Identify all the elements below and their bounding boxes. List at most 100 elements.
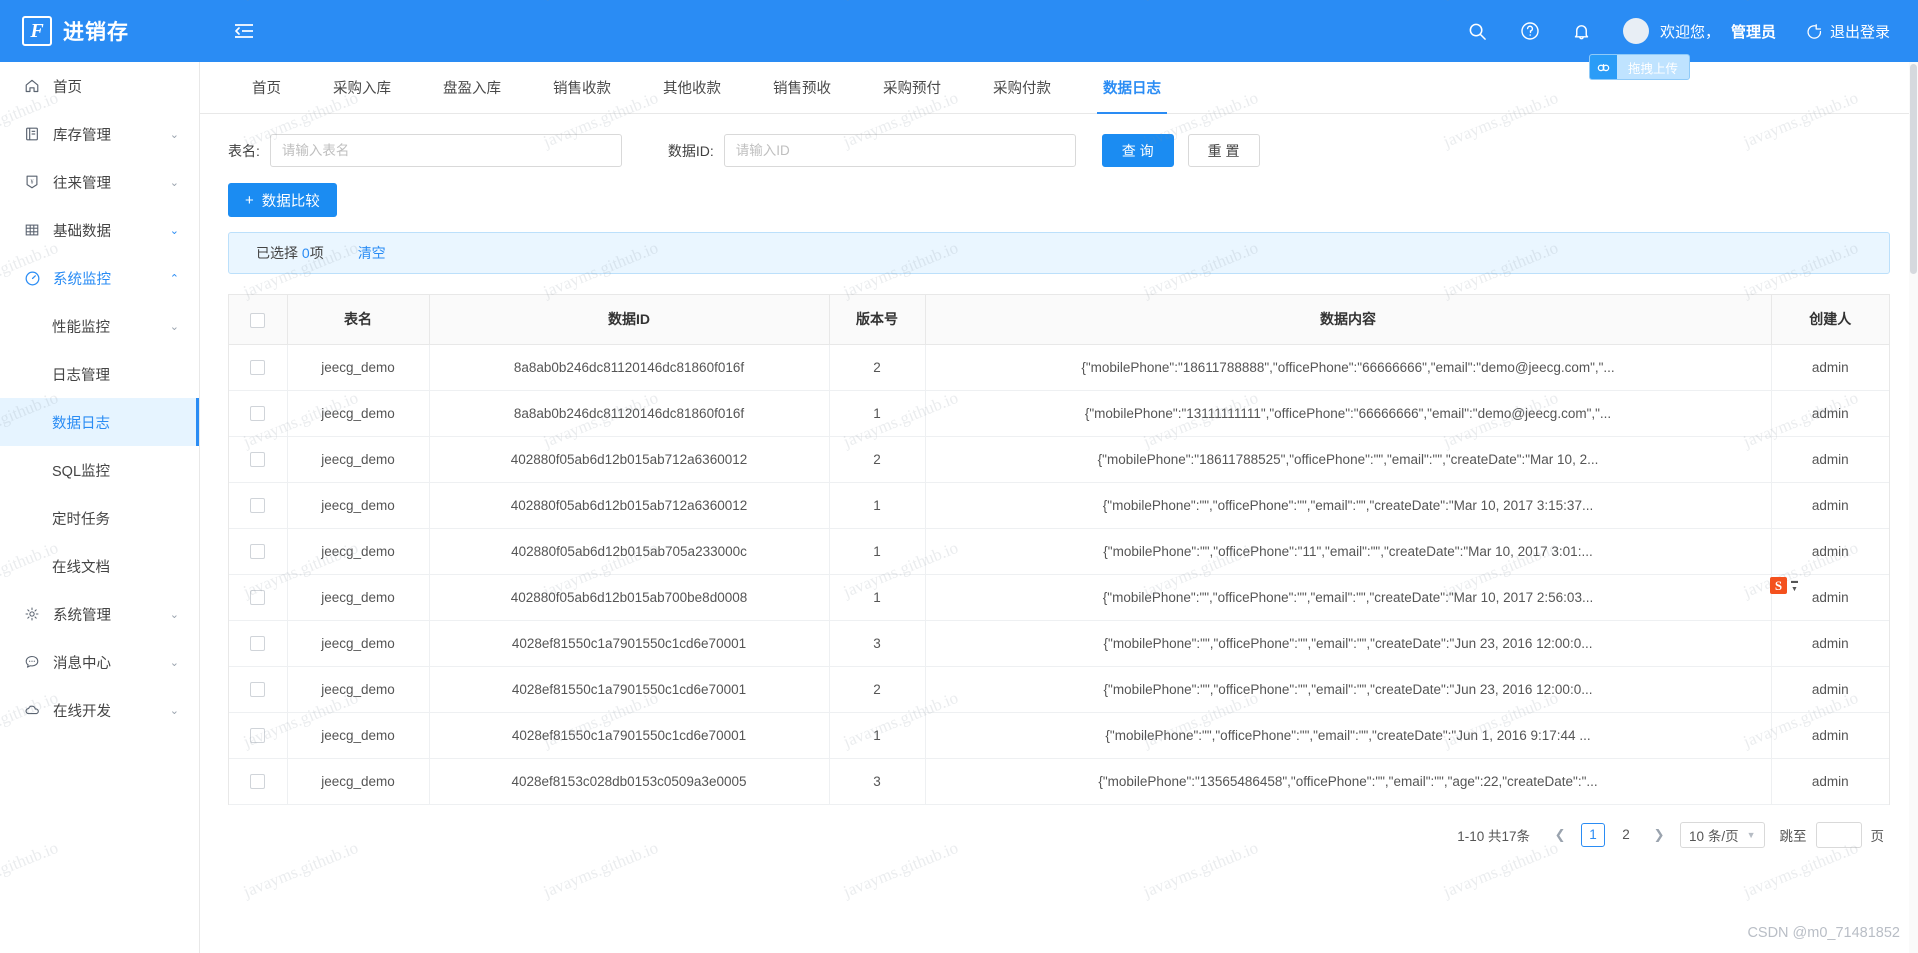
cell-content: {"mobilePhone":"","officePhone":"","emai… <box>925 712 1772 759</box>
sidebar-item-data-log[interactable]: 数据日志 <box>0 398 199 446</box>
cell-content: {"mobilePhone":"13111111111","officePhon… <box>925 390 1772 437</box>
sidebar-item-system-monitor[interactable]: 系统监控 ⌃ <box>0 254 199 302</box>
logout-button[interactable]: 退出登录 <box>1806 21 1890 42</box>
logo-area[interactable]: F 进销存 <box>0 16 200 46</box>
cloud-upload-icon <box>1589 55 1617 79</box>
cell-creator: admin <box>1771 436 1889 483</box>
sidebar-item-scheduled-task[interactable]: 定时任务 <box>0 494 199 542</box>
query-button[interactable]: 查 询 <box>1101 134 1174 167</box>
sidebar-item-online-doc[interactable]: 在线文档 <box>0 542 199 590</box>
sidebar-item-basic-data[interactable]: 基础数据 ⌄ <box>0 206 199 254</box>
sidebar-item-log-management[interactable]: 日志管理 <box>0 350 199 398</box>
sidebar-item-online-dev[interactable]: 在线开发 ⌄ <box>0 686 199 734</box>
table-row[interactable]: jeecg_demo 4028ef81550c1a7901550c1cd6e700… <box>229 620 1889 667</box>
brand-logo-icon: F <box>22 16 52 46</box>
row-checkbox[interactable] <box>250 681 266 697</box>
table-row[interactable]: jeecg_demo 4028ef81550c1a7901550c1cd6e700… <box>229 712 1889 759</box>
search-icon[interactable] <box>1467 20 1489 42</box>
vertical-scrollbar[interactable] <box>1909 62 1918 953</box>
tab-surplus-inbound[interactable]: 盘盈入库 <box>417 62 527 113</box>
sidebar-item-label: 在线开发 <box>53 703 111 720</box>
cell-table-name: jeecg_demo <box>287 344 430 391</box>
select-all-checkbox[interactable] <box>250 312 266 328</box>
sidebar-item-performance-monitor[interactable]: 性能监控 ⌄ <box>0 302 199 350</box>
table-row[interactable]: jeecg_demo 8a8ab0b246dc81120146dc81860f01… <box>229 344 1889 391</box>
chevron-down-icon: ⌄ <box>169 608 179 621</box>
row-checkbox[interactable] <box>250 727 266 743</box>
tab-sales-prepaid[interactable]: 销售预收 <box>747 62 857 113</box>
cell-table-name: jeecg_demo <box>287 482 430 529</box>
row-checkbox[interactable] <box>250 635 266 651</box>
data-compare-label: 数据比较 <box>261 193 320 210</box>
jump-label: 跳至 <box>1779 828 1807 844</box>
row-checkbox[interactable] <box>250 589 266 605</box>
cell-table-name: jeecg_demo <box>287 574 430 621</box>
svg-text:¥: ¥ <box>30 178 34 185</box>
reset-button[interactable]: 重 置 <box>1187 134 1260 167</box>
sidebar-item-sql-monitor[interactable]: SQL监控 <box>0 446 199 494</box>
jump-page-input[interactable] <box>1815 821 1862 848</box>
tab-sales-receipt[interactable]: 销售收款 <box>527 62 637 113</box>
table-row[interactable]: jeecg_demo 8a8ab0b246dc81120146dc81860f01… <box>229 390 1889 437</box>
data-id-input[interactable] <box>723 134 1076 167</box>
tab-home[interactable]: 首页 <box>226 62 307 113</box>
table-row[interactable]: jeecg_demo 402880f05ab6d12b015ab700be8d00… <box>229 574 1889 621</box>
sidebar-item-label: 系统监控 <box>53 271 111 288</box>
table-header-row: 表名 数据ID 版本号 数据内容 创建人 <box>229 295 1889 345</box>
sidebar-item-message-center[interactable]: 消息中心 ⌄ <box>0 638 199 686</box>
chevron-up-icon: ⌃ <box>169 272 179 285</box>
cell-version: 1 <box>829 712 926 759</box>
chevron-right-icon[interactable]: ❯ <box>1647 823 1671 847</box>
tab-data-log[interactable]: 数据日志 <box>1077 62 1187 114</box>
row-checkbox[interactable] <box>250 405 266 421</box>
row-checkbox[interactable] <box>250 451 266 467</box>
sogou-ime-icon: S <box>1770 577 1787 594</box>
clear-selection-link[interactable]: 清空 <box>358 243 386 263</box>
cell-data-id: 402880f05ab6d12b015ab700be8d0008 <box>429 574 830 621</box>
row-checkbox[interactable] <box>250 497 266 513</box>
tab-other-receipt[interactable]: 其他收款 <box>637 62 747 113</box>
search-form: 表名: 数据ID: 查 询 重 置 <box>222 114 1896 183</box>
cell-content: {"mobilePhone":"","officePhone":"","emai… <box>925 574 1772 621</box>
table-row[interactable]: jeecg_demo 402880f05ab6d12b015ab712a63600… <box>229 436 1889 483</box>
table-row[interactable]: jeecg_demo 4028ef81550c1a7901550c1cd6e700… <box>229 666 1889 713</box>
table-row[interactable]: jeecg_demo 402880f05ab6d12b015ab705a23300… <box>229 528 1889 575</box>
ime-indicator: S ▬ ▼ <box>1770 577 1798 594</box>
toolbar: + 数据比较 <box>222 183 1896 217</box>
chevron-down-icon: ⌄ <box>169 224 179 237</box>
row-checkbox-cell <box>229 712 288 759</box>
menu-fold-icon[interactable] <box>228 15 260 47</box>
drag-upload-widget[interactable]: 拖拽上传 <box>1588 54 1690 80</box>
user-welcome[interactable]: 欢迎您， 管理员 <box>1622 18 1776 44</box>
table-row[interactable]: jeecg_demo 4028ef8153c028db0153c0509a3e00… <box>229 758 1889 805</box>
bell-icon[interactable] <box>1571 20 1593 42</box>
message-icon <box>22 654 42 670</box>
page-number-1[interactable]: 1 <box>1581 822 1606 847</box>
header-select-all <box>229 295 288 345</box>
row-checkbox[interactable] <box>250 359 266 375</box>
scrollbar-thumb[interactable] <box>1910 64 1917 274</box>
sidebar-item-home[interactable]: 首页 <box>0 62 199 110</box>
tab-purchase-prepaid[interactable]: 采购预付 <box>857 62 967 113</box>
chevron-left-icon[interactable]: ❮ <box>1548 823 1572 847</box>
row-checkbox-cell <box>229 758 288 805</box>
table-name-input[interactable] <box>269 134 622 167</box>
cell-creator: admin <box>1771 758 1889 805</box>
cell-creator: admin <box>1771 482 1889 529</box>
question-circle-icon[interactable] <box>1519 20 1541 42</box>
page-size-select[interactable]: 10 条/页 ▼ <box>1680 821 1765 848</box>
row-checkbox[interactable] <box>250 543 266 559</box>
header-version: 版本号 <box>829 295 926 345</box>
row-checkbox[interactable] <box>250 773 266 789</box>
pagination-range: 1-10 共17条 <box>1457 828 1531 844</box>
sidebar-item-transactions[interactable]: ¥ 往来管理 ⌄ <box>0 158 199 206</box>
chevron-down-icon: ⌄ <box>169 128 179 141</box>
sidebar-item-system-management[interactable]: 系统管理 ⌄ <box>0 590 199 638</box>
cell-content: {"mobilePhone":"18611788888","officePhon… <box>925 344 1772 391</box>
page-number-2[interactable]: 2 <box>1614 823 1638 847</box>
data-compare-button[interactable]: + 数据比较 <box>228 183 337 217</box>
table-row[interactable]: jeecg_demo 402880f05ab6d12b015ab712a63600… <box>229 482 1889 529</box>
sidebar-item-inventory[interactable]: 库存管理 ⌄ <box>0 110 199 158</box>
tab-purchase-payment[interactable]: 采购付款 <box>967 62 1077 113</box>
tab-purchase-inbound[interactable]: 采购入库 <box>307 62 417 113</box>
